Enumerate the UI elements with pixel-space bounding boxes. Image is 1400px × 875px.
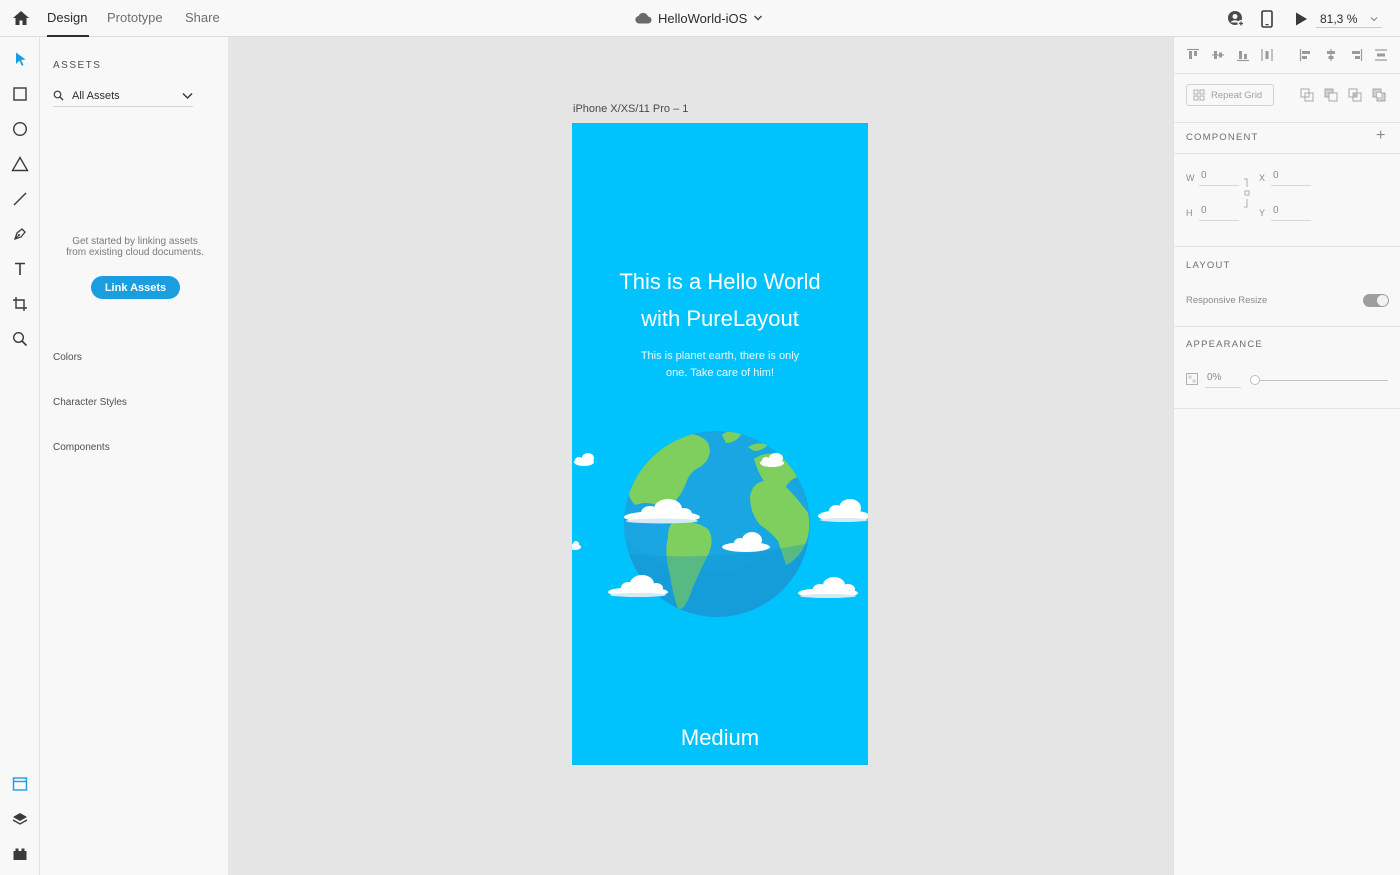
assets-filter-value: All Assets [72, 89, 120, 102]
assets-section-colors[interactable]: Colors [53, 352, 82, 363]
assets-section-components[interactable]: Components [53, 442, 110, 453]
polygon-tool-icon[interactable] [9, 153, 31, 175]
rectangle-tool-icon[interactable] [9, 83, 31, 105]
earth-illustration[interactable] [572, 413, 868, 633]
hello-world-heading[interactable]: This is a Hello World with PureLayout [572, 263, 868, 337]
home-icon[interactable] [10, 8, 32, 28]
plugins-panel-icon[interactable] [9, 843, 31, 865]
height-label: H [1186, 208, 1193, 218]
assets-panel: ASSETS All Assets Get started by linking… [40, 37, 228, 875]
height-input[interactable]: 0 [1199, 205, 1239, 221]
document-title-menu[interactable]: HelloWorld-iOS [634, 9, 763, 27]
heading-line-1: This is a Hello World [619, 269, 821, 294]
assets-empty-hint: Get started by linking assets from exist… [50, 236, 220, 258]
heading-line-2: with PureLayout [641, 306, 799, 331]
transform-section: W 0 X 0 H 0 Y 0 [1174, 154, 1400, 247]
device-preview-icon[interactable] [1257, 9, 1277, 29]
component-section: COMPONENT + [1174, 123, 1400, 154]
width-label: W [1186, 173, 1195, 183]
distribute-horizontal-icon[interactable] [1260, 48, 1274, 62]
artboard[interactable]: This is a Hello World with PureLayout Th… [572, 123, 868, 765]
assets-hint-line-2: from existing cloud documents. [66, 247, 204, 258]
assets-section-character-styles[interactable]: Character Styles [53, 397, 127, 408]
x-input[interactable]: 0 [1271, 170, 1311, 186]
align-top-icon[interactable] [1186, 48, 1200, 62]
boolean-intersect-icon[interactable] [1348, 88, 1362, 102]
link-assets-button[interactable]: Link Assets [91, 276, 180, 299]
align-middle-icon[interactable] [1211, 48, 1225, 62]
chevron-down-icon [754, 15, 763, 21]
grid-icon [1193, 89, 1205, 101]
component-title: COMPONENT [1186, 132, 1259, 143]
invite-user-icon[interactable] [1226, 9, 1246, 29]
assets-title: ASSETS [53, 60, 102, 71]
line-tool-icon[interactable] [9, 188, 31, 210]
ellipse-tool-icon[interactable] [9, 118, 31, 140]
toggle-knob [1377, 295, 1388, 306]
layout-title: LAYOUT [1186, 260, 1231, 271]
play-icon[interactable] [1291, 9, 1311, 29]
repeat-grid-section: Repeat Grid [1174, 74, 1400, 123]
align-center-icon[interactable] [1324, 48, 1338, 62]
add-component-icon[interactable]: + [1376, 127, 1385, 145]
align-bottom-icon[interactable] [1236, 48, 1250, 62]
search-icon [53, 90, 64, 101]
tools-toolbar [0, 37, 40, 875]
layers-panel-icon[interactable] [9, 808, 31, 830]
align-left-icon[interactable] [1299, 48, 1313, 62]
medium-label[interactable]: Medium [572, 725, 868, 751]
align-section [1174, 37, 1400, 74]
document-title: HelloWorld-iOS [658, 10, 748, 26]
layout-section: LAYOUT Responsive Resize [1174, 247, 1400, 327]
x-label: X [1259, 173, 1266, 183]
select-tool-icon[interactable] [9, 48, 31, 70]
assets-panel-icon[interactable] [9, 773, 31, 795]
chevron-down-icon [1370, 16, 1378, 21]
artboard-name[interactable]: iPhone X/XS/11 Pro – 1 [573, 103, 688, 115]
zoom-tool-icon[interactable] [9, 328, 31, 350]
width-input[interactable]: 0 [1199, 170, 1239, 186]
chevron-down-icon [182, 92, 193, 99]
property-inspector: Repeat Grid COMPONENT + W 0 X 0 H 0 Y 0 … [1173, 37, 1400, 875]
top-bar: Design Prototype Share HelloWorld-iOS 81… [0, 0, 1400, 37]
opacity-slider-handle[interactable] [1250, 375, 1260, 385]
planet-subtext[interactable]: This is planet earth, there is only one.… [572, 348, 868, 382]
tab-share[interactable]: Share [185, 10, 220, 25]
text-tool-icon[interactable] [9, 258, 31, 280]
appearance-section: APPEARANCE 0% [1174, 327, 1400, 409]
assets-filter-select[interactable]: All Assets [53, 85, 193, 107]
opacity-slider-track[interactable] [1254, 380, 1388, 381]
subtext-line-2: one. Take care of him! [665, 367, 775, 379]
opacity-input[interactable]: 0% [1205, 372, 1241, 388]
align-right-icon[interactable] [1349, 48, 1363, 62]
opacity-icon [1186, 373, 1198, 385]
boolean-add-icon[interactable] [1300, 88, 1314, 102]
tab-prototype[interactable]: Prototype [107, 10, 163, 25]
cloud-icon [635, 12, 652, 24]
lock-aspect-icon[interactable] [1243, 177, 1251, 209]
boolean-exclude-icon[interactable] [1372, 88, 1386, 102]
distribute-vertical-icon[interactable] [1374, 48, 1388, 62]
zoom-level-select[interactable]: 81,3 % [1316, 10, 1382, 28]
boolean-subtract-icon[interactable] [1324, 88, 1338, 102]
repeat-grid-button[interactable]: Repeat Grid [1186, 84, 1274, 106]
responsive-resize-label: Responsive Resize [1186, 295, 1268, 306]
y-label: Y [1259, 208, 1266, 218]
artboard-tool-icon[interactable] [9, 293, 31, 315]
tab-design[interactable]: Design [47, 10, 87, 25]
assets-hint-line-1: Get started by linking assets [72, 236, 198, 247]
pen-tool-icon[interactable] [9, 223, 31, 245]
subtext-line-1: This is planet earth, there is only [640, 350, 800, 362]
y-input[interactable]: 0 [1271, 205, 1311, 221]
responsive-resize-toggle[interactable] [1363, 294, 1389, 307]
zoom-value: 81,3 % [1320, 11, 1358, 26]
repeat-grid-label: Repeat Grid [1211, 89, 1263, 101]
appearance-title: APPEARANCE [1186, 339, 1263, 350]
